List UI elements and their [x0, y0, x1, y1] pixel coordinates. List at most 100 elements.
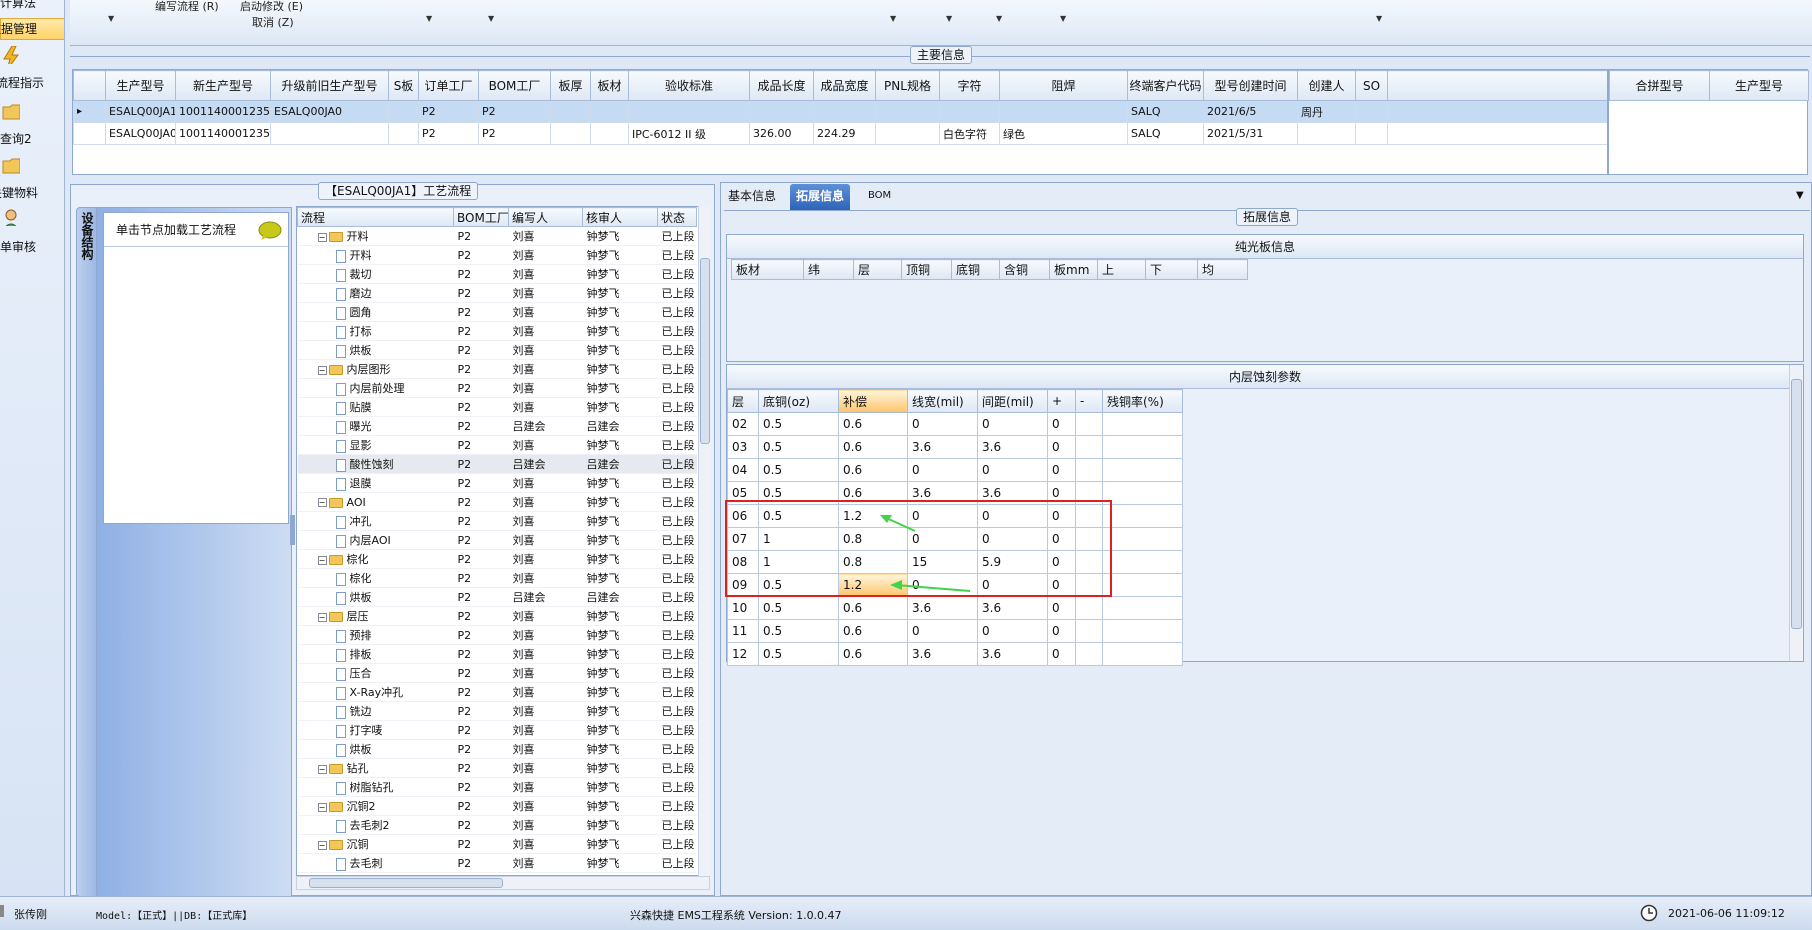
tree-writer-cell[interactable]: 吕建会	[508, 587, 583, 607]
table-cell[interactable]: 326.00	[749, 122, 814, 145]
etch-cell[interactable]: 3.6	[907, 435, 978, 459]
tree-writer-cell[interactable]: 吕建会	[508, 416, 583, 436]
tree-column-header[interactable]: BOM工厂	[453, 207, 509, 227]
tree-row[interactable]: − 层压 P2 刘喜 钟梦飞 已上段	[297, 606, 697, 626]
tree-writer-cell[interactable]: 刘喜	[508, 549, 583, 569]
tree-reviewer-cell[interactable]: 钟梦飞	[582, 435, 658, 455]
tree-node-cell[interactable]: 曝光	[297, 416, 454, 436]
row-indicator[interactable]: ▸	[73, 100, 106, 123]
main-info-grid[interactable]: 生产型号 新生产型号 升级前旧生产型号 S板 订单工厂 BOM工厂 板厚 板材 验收标准 成品长度…	[72, 69, 1608, 175]
tree-writer-cell[interactable]: 刘喜	[508, 283, 583, 303]
plain-column-header[interactable]: 板材	[731, 259, 804, 280]
table-cell[interactable]	[875, 100, 940, 123]
table-cell[interactable]: 绿色	[999, 122, 1128, 145]
tree-writer-cell[interactable]: 刘喜	[508, 796, 583, 816]
tree-bom-cell[interactable]: P2	[453, 245, 509, 265]
tree-bom-cell[interactable]: P2	[453, 511, 509, 531]
column-header[interactable]: 新生产型号	[175, 70, 271, 101]
tree-status-cell[interactable]: 已上段	[657, 378, 697, 398]
etch-cell[interactable]: 11	[727, 619, 759, 643]
table-cell[interactable]: SALQ	[1127, 122, 1204, 145]
tree-row[interactable]: 磨边 P2 刘喜 钟梦飞 已上段	[297, 283, 697, 303]
tree-status-cell[interactable]: 已上段	[657, 454, 697, 474]
table-cell[interactable]	[1355, 122, 1388, 145]
tree-reviewer-cell[interactable]: 钟梦飞	[582, 796, 658, 816]
etch-cell[interactable]	[1075, 619, 1103, 643]
tree-writer-cell[interactable]: 刘喜	[508, 758, 583, 778]
tree-bom-cell[interactable]: P2	[453, 796, 509, 816]
dropdown-arrow-icon[interactable]: ▼	[1060, 14, 1066, 23]
tree-row[interactable]: 预排 P2 刘喜 钟梦飞 已上段	[297, 625, 697, 645]
tree-node-cell[interactable]: 显影	[297, 435, 454, 455]
plain-column-header[interactable]: 均	[1197, 259, 1248, 280]
table-cell[interactable]	[999, 100, 1128, 123]
column-header[interactable]: 验收标准	[628, 70, 750, 101]
etch-cell[interactable]	[1102, 458, 1183, 482]
table-cell[interactable]	[628, 100, 750, 123]
tree-node-cell[interactable]: 烘板	[297, 739, 454, 759]
table-cell[interactable]	[1355, 100, 1388, 123]
column-header[interactable]: 字符	[939, 70, 1000, 101]
etch-column-header[interactable]: -	[1075, 389, 1103, 413]
tree-status-cell[interactable]: 已上段	[657, 359, 697, 379]
tree-writer-cell[interactable]: 刘喜	[508, 568, 583, 588]
tree-bom-cell[interactable]: P2	[453, 739, 509, 759]
tree-reviewer-cell[interactable]: 钟梦飞	[582, 853, 658, 873]
tree-reviewer-cell[interactable]: 钟梦飞	[582, 283, 658, 303]
tree-bom-cell[interactable]: P2	[453, 473, 509, 493]
etch-cell[interactable]	[1102, 573, 1183, 597]
tree-reviewer-cell[interactable]: 钟梦飞	[582, 834, 658, 854]
tree-writer-cell[interactable]: 刘喜	[508, 663, 583, 683]
dropdown-arrow-icon[interactable]: ▼	[108, 14, 114, 23]
table-cell[interactable]	[875, 122, 940, 145]
etch-cell[interactable]: 3.6	[977, 435, 1048, 459]
tree-status-cell[interactable]: 已上段	[657, 606, 697, 626]
tab-bom[interactable]: BOM	[862, 184, 897, 210]
tree-status-cell[interactable]: 已上段	[657, 796, 697, 816]
table-cell[interactable]: IPC-6012 II 级	[628, 122, 750, 145]
table-cell[interactable]: P2	[478, 100, 551, 123]
tab-dropdown-icon[interactable]: ▼	[1796, 190, 1804, 201]
plain-column-header[interactable]: 顶铜	[901, 259, 952, 280]
collapse-icon[interactable]: −	[317, 802, 327, 812]
tree-status-cell[interactable]: 已上段	[657, 758, 697, 778]
tree-node-cell[interactable]: 烘板	[297, 587, 454, 607]
tree-status-cell[interactable]: 已上段	[657, 416, 697, 436]
tree-row[interactable]: − 钻孔 P2 刘喜 钟梦飞 已上段	[297, 758, 697, 778]
collapse-icon[interactable]: −	[317, 232, 327, 242]
nav-item-review[interactable]: 单审核	[0, 208, 64, 256]
tree-row[interactable]: 曝光 P2 吕建会 吕建会 已上段	[297, 416, 697, 436]
tree-node-cell[interactable]: − 沉铜	[297, 834, 454, 854]
tree-reviewer-cell[interactable]: 钟梦飞	[582, 701, 658, 721]
tree-status-cell[interactable]: 已上段	[657, 644, 697, 664]
etch-cell[interactable]: 0.6	[838, 619, 908, 643]
etch-cell[interactable]: 0.5	[758, 596, 839, 620]
tree-status-cell[interactable]: 已上段	[657, 815, 697, 835]
tree-status-cell[interactable]: 已上段	[657, 492, 697, 512]
tree-writer-cell[interactable]: 刘喜	[508, 321, 583, 341]
tree-node-cell[interactable]: 铣边	[297, 701, 454, 721]
table-cell[interactable]: 周丹	[1297, 100, 1356, 123]
tree-status-cell[interactable]: 已上段	[657, 226, 697, 246]
merge-model-header[interactable]: 合拼型号	[1609, 70, 1710, 101]
tree-node-cell[interactable]: 棕化	[297, 568, 454, 588]
tree-row[interactable]: X-Ray冲孔 P2 刘喜 钟梦飞 已上段	[297, 682, 697, 702]
tree-writer-cell[interactable]: 刘喜	[508, 853, 583, 873]
tree-writer-cell[interactable]: 刘喜	[508, 378, 583, 398]
tree-bom-cell[interactable]: P2	[453, 606, 509, 626]
tree-row[interactable]: 裁切 P2 刘喜 钟梦飞 已上段	[297, 264, 697, 284]
tree-node-cell[interactable]: − 层压	[297, 606, 454, 626]
tree-row[interactable]: 去毛刺2 P2 刘喜 钟梦飞 已上段	[297, 815, 697, 835]
tree-node-cell[interactable]: − 钻孔	[297, 758, 454, 778]
tree-bom-cell[interactable]: P2	[453, 416, 509, 436]
etch-cell[interactable]: 3.6	[977, 642, 1048, 666]
table-cell[interactable]	[939, 100, 1000, 123]
etch-cell[interactable]	[1075, 596, 1103, 620]
tree-bom-cell[interactable]: P2	[453, 264, 509, 284]
tree-reviewer-cell[interactable]: 钟梦飞	[582, 606, 658, 626]
plain-column-header[interactable]: 底铜	[951, 259, 1000, 280]
plain-column-header[interactable]: 下	[1145, 259, 1198, 280]
tree-writer-cell[interactable]: 刘喜	[508, 815, 583, 835]
table-cell[interactable]	[388, 100, 419, 123]
column-header[interactable]: 终端客户代码	[1127, 70, 1204, 101]
